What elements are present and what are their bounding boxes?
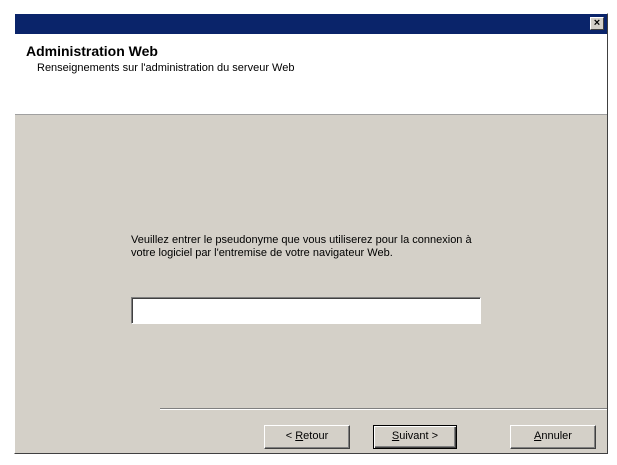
page-title: Administration Web	[26, 43, 158, 59]
close-icon[interactable]: ×	[590, 17, 604, 30]
page-subtitle: Renseignements sur l'administration du s…	[37, 62, 295, 74]
next-button[interactable]: Suivant >	[373, 425, 457, 449]
installer-dialog: × Administration Web Renseignements sur …	[14, 13, 608, 454]
back-label: etour	[303, 430, 329, 442]
cancel-button[interactable]: Annuler	[510, 425, 596, 449]
title-bar[interactable]: ×	[15, 14, 607, 34]
cancel-label: nnuler	[541, 430, 572, 442]
back-button[interactable]: < Retour	[264, 425, 350, 449]
username-input[interactable]	[131, 297, 481, 324]
username-prompt: Veuillez entrer le pseudonyme que vous u…	[131, 234, 472, 259]
next-label: uivant >	[399, 430, 439, 442]
back-prefix: <	[285, 430, 296, 442]
wizard-header: Administration Web Renseignements sur l'…	[15, 34, 607, 115]
back-mnemonic: R	[295, 430, 304, 442]
footer-divider	[160, 408, 607, 410]
